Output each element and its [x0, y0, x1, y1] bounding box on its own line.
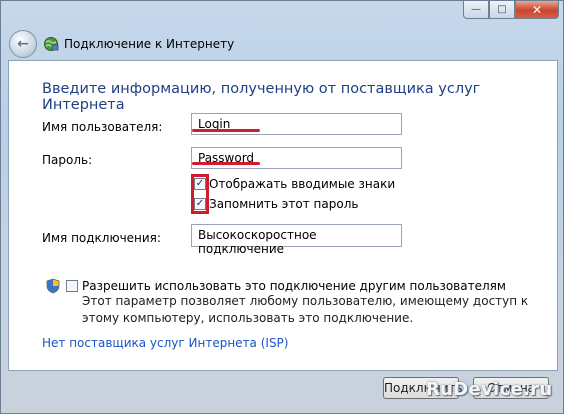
back-button[interactable]: ← — [9, 30, 37, 58]
password-highlight-underline — [192, 162, 260, 165]
maximize-button[interactable]: □ — [489, 1, 515, 19]
content-panel: Введите информацию, полученную от постав… — [8, 60, 558, 371]
watermark-logo: RuDevice.ru — [426, 379, 553, 400]
allow-other-users-checkbox[interactable] — [66, 280, 78, 292]
remember-password-checkbox[interactable]: ✓ — [194, 198, 206, 210]
page-heading: Введите информацию, полученную от постав… — [42, 81, 481, 113]
network-globe-icon — [44, 37, 59, 51]
no-isp-link[interactable]: Нет поставщика услуг Интернета (ISP) — [42, 336, 288, 350]
dialog-window: — □ ✕ ← Подключение к Интернету Введите … — [0, 0, 564, 414]
window-title: Подключение к Интернету — [64, 37, 235, 51]
show-characters-label[interactable]: Отображать вводимые знаки — [209, 177, 395, 191]
connection-name-label: Имя подключения: — [42, 231, 161, 245]
security-shield-icon — [46, 278, 60, 294]
password-field[interactable]: Password — [191, 147, 402, 169]
window-controls: — □ ✕ — [463, 1, 559, 19]
title-bar: — □ ✕ — [1, 1, 563, 25]
allow-other-users-label[interactable]: Разрешить использовать это подключение д… — [82, 279, 506, 293]
close-button[interactable]: ✕ — [515, 1, 559, 19]
password-label: Пароль: — [42, 153, 93, 167]
show-characters-checkbox[interactable]: ✓ — [194, 178, 206, 190]
username-label: Имя пользователя: — [42, 120, 163, 134]
remember-password-label[interactable]: Запомнить этот пароль — [209, 197, 358, 211]
minimize-button[interactable]: — — [463, 1, 489, 19]
username-highlight-underline — [192, 129, 260, 132]
navigation-row: ← Подключение к Интернету — [9, 28, 234, 60]
connection-name-field[interactable]: Высокоскоростное подключение — [191, 224, 402, 256]
sharing-description: Этот параметр позволяет любому пользоват… — [82, 294, 529, 325]
